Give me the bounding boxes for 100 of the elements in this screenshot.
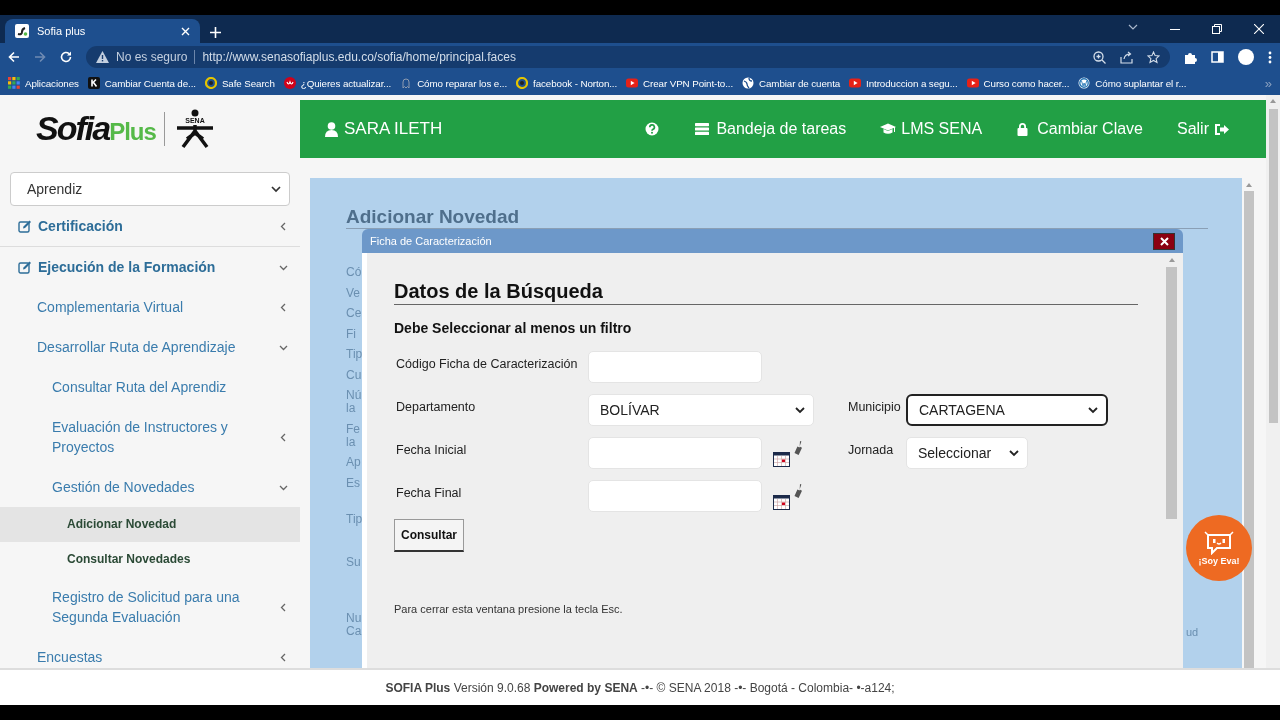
chevron-down-icon [1088,406,1098,414]
footer-text: SOFIA Plus Versión 9.0.68 Powered by SENA -•- © SENA 2018 -•- Bogotá - Colombia- •-a124; [385,680,895,695]
form-label: Fi [346,327,357,341]
bookmark[interactable]: Crear VPN Point-to... [626,77,734,89]
share-icon[interactable] [1120,50,1133,64]
form-label: Ce [346,307,363,320]
sidebar-item[interactable]: Evaluación de Instructores y Proyectos [0,407,300,467]
form-label: Tip [346,513,363,526]
new-tab-icon[interactable] [210,27,221,38]
sidebar-item[interactable]: Gestión de Novedades [0,467,300,507]
list-icon [695,122,712,136]
select-field[interactable]: BOLÍVAR [588,394,814,426]
url-text: http://www.senasofiaplus.edu.co/sofia/home/principal.faces [202,50,517,64]
puzzle-icon[interactable] [1184,50,1197,64]
bookmark[interactable]: Cambiar Cuenta de... [87,77,196,89]
bookmark[interactable]: Cambiar de cuenta [742,77,841,89]
restore-icon[interactable] [1212,24,1222,34]
star-icon[interactable] [1147,50,1160,64]
close-icon[interactable] [181,26,190,36]
form-label: Nú la [346,389,363,415]
site-icon [15,24,29,38]
graduation-cap-icon [880,122,897,136]
side-panel-icon[interactable] [1211,51,1224,63]
calendar-icon[interactable] [773,452,790,467]
text-field[interactable] [588,351,762,383]
bookmark-icon [966,77,979,89]
form-label: Su [346,555,362,569]
close-button[interactable] [1153,232,1175,250]
chevron-down-icon[interactable] [1128,24,1138,30]
avatar[interactable] [1238,49,1254,65]
bookmark-icon [849,77,862,89]
sidebar-item[interactable]: Encuestas [0,637,300,668]
broom-icon[interactable] [794,484,804,498]
form-label: Cu [346,368,363,382]
back-icon[interactable] [8,51,20,63]
search-button[interactable]: Consultar [394,519,464,552]
zoom-icon[interactable] [1093,50,1106,64]
field-label: Fecha Inicial [396,442,468,457]
chat-bot-icon [1203,530,1235,555]
field-label: Fecha Final [396,485,463,500]
close-icon [1159,236,1169,246]
field-label: Departamento [396,399,477,414]
user-icon [325,121,338,137]
bookmark-icon [742,77,755,89]
address-bar[interactable]: No es seguro http://www.senasofiaplus.edu.co/sofia/home/principal.faces [86,46,1170,68]
bookmark[interactable]: Aplicaciones [8,77,79,89]
sidebar-item[interactable]: Certificación [0,206,300,247]
form-label: Ap [346,456,362,469]
sidebar-item[interactable]: Registro de Solicitud para una Segunda Evaluación [0,577,300,637]
instruction-text: Debe Seleccionar al menos un filtro [394,320,633,336]
warning-icon [96,51,109,63]
form-label: Es [346,476,361,490]
browser-tab[interactable]: Sofia plus [5,19,200,43]
chevron-down-icon [1009,449,1019,457]
role-select[interactable]: Aprendiz [10,172,290,206]
bookmark-icon [626,77,639,89]
form-label: Fe la [346,422,361,449]
sidebar-item[interactable]: Desarrollar Ruta de Aprendizaje [0,327,300,367]
select-field[interactable]: CARTAGENA [906,394,1108,426]
bookmark[interactable]: ¿Quieres actualizar... [283,77,392,89]
bookmark[interactable]: Cómo suplantar el r... [1078,77,1187,89]
user-name: SARA ILETH [344,119,443,139]
bookmark-icon [283,77,296,89]
bookmark-icon [400,77,413,89]
edit-icon [18,260,32,274]
close-icon[interactable] [1254,24,1264,34]
scrollbar[interactable] [1266,95,1280,668]
date-field[interactable] [588,480,762,512]
bookmark-icon [516,77,529,89]
bookmark[interactable]: facebook - Norton... [516,77,618,89]
reload-icon[interactable] [60,51,72,63]
sidebar-item[interactable]: Adicionar Novedad [0,507,300,542]
field-label: Código Ficha de Caracterización [396,356,579,371]
bookmark-icon [87,77,100,89]
logo: SofiaPlus [36,109,156,148]
chevron-down-icon [795,406,805,414]
security-label: No es seguro [116,50,188,64]
date-field[interactable] [588,437,762,469]
form-label: Nu Ca [346,612,363,638]
bookmark[interactable]: Safe Search [204,77,275,89]
form-label: ud [1186,626,1199,638]
calendar-icon[interactable] [773,495,790,510]
form-label: Ve [346,286,361,300]
edit-icon [18,219,32,233]
dialog-title: Ficha de Caracterización [370,235,493,247]
menu-icon[interactable] [1268,50,1272,64]
bookmark-icon [1078,77,1091,89]
hint-text: Para cerrar esta ventana presione la tecla Esc. [394,603,624,615]
bookmark-icon [204,77,217,89]
bookmark[interactable]: Curso como hacer... [966,77,1070,89]
sidebar-item[interactable]: Complementaria Virtual [0,287,300,327]
bookmark[interactable]: Introduccion a segu... [849,77,958,89]
broom-icon[interactable] [794,441,804,455]
form-label: Có [346,266,363,279]
sidebar-item[interactable]: Consultar Ruta del Aprendiz [0,367,300,407]
exit-icon [1214,122,1230,136]
sidebar-item[interactable]: Ejecución de la Formación [0,247,300,287]
select-field[interactable]: Seleccionar [906,437,1028,469]
sidebar-item[interactable]: Consultar Novedades [0,542,300,577]
bookmark[interactable]: Cómo reparar los e... [400,77,508,89]
